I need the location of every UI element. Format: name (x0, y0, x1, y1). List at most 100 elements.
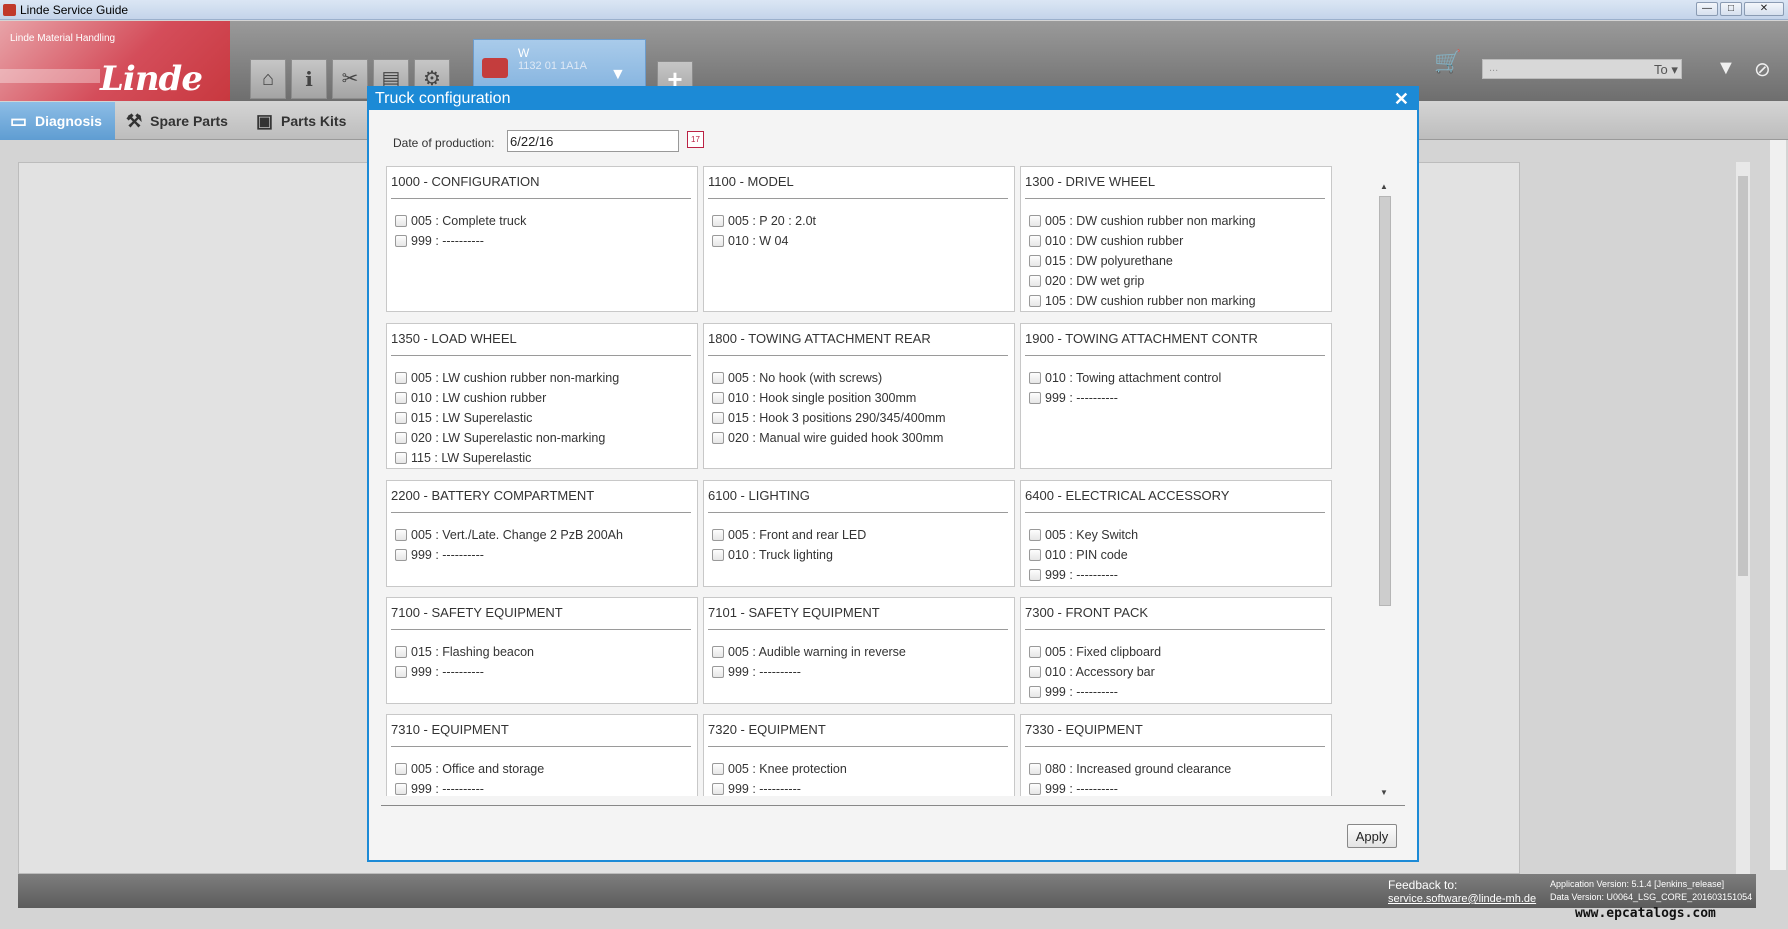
content-scrollbar[interactable] (1736, 162, 1750, 874)
option-checkbox[interactable] (712, 549, 724, 561)
calendar-icon[interactable]: 17 (687, 131, 704, 148)
option-item[interactable]: 999 : ---------- (712, 662, 906, 682)
option-item[interactable]: 999 : ---------- (1029, 779, 1231, 796)
option-checkbox[interactable] (395, 763, 407, 775)
option-checkbox[interactable] (1029, 569, 1041, 581)
option-item[interactable]: 999 : ---------- (1029, 565, 1138, 585)
filter-clear-icon[interactable]: ⊘ (1754, 57, 1771, 82)
home-icon[interactable]: ⌂ (250, 59, 286, 99)
option-checkbox[interactable] (712, 763, 724, 775)
option-item[interactable]: 005 : Front and rear LED (712, 525, 866, 545)
dialog-scrollbar[interactable]: ▲ ▼ (1377, 182, 1391, 800)
option-checkbox[interactable] (712, 392, 724, 404)
option-checkbox[interactable] (395, 372, 407, 384)
option-checkbox[interactable] (712, 372, 724, 384)
option-item[interactable]: 015 : LW Superelastic (395, 408, 619, 428)
option-checkbox[interactable] (712, 783, 724, 795)
option-item[interactable]: 010 : PIN code (1029, 545, 1138, 565)
apply-button[interactable]: Apply (1347, 824, 1397, 848)
option-item[interactable]: 010 : Hook single position 300mm (712, 388, 946, 408)
option-item[interactable]: 005 : Key Switch (1029, 525, 1138, 545)
nav-spare-parts[interactable]: ⚒ Spare Parts (116, 102, 238, 140)
option-checkbox[interactable] (1029, 255, 1041, 267)
nav-diagnosis[interactable]: ▭ Diagnosis (0, 102, 115, 140)
option-item[interactable]: 005 : Office and storage (395, 759, 544, 779)
minimize-button[interactable]: — (1696, 2, 1718, 16)
maximize-button[interactable]: □ (1720, 2, 1742, 16)
option-item[interactable]: 010 : LW cushion rubber (395, 388, 619, 408)
search-dropdown[interactable]: To ▾ (1654, 62, 1678, 78)
option-item[interactable]: 105 : DW cushion rubber non marking (1029, 291, 1256, 311)
option-checkbox[interactable] (1029, 372, 1041, 384)
option-checkbox[interactable] (1029, 295, 1041, 307)
option-checkbox[interactable] (712, 666, 724, 678)
option-item[interactable]: 010 : Towing attachment control (1029, 368, 1221, 388)
option-item[interactable]: 015 : Hook 3 positions 290/345/400mm (712, 408, 946, 428)
option-checkbox[interactable] (395, 783, 407, 795)
option-checkbox[interactable] (1029, 235, 1041, 247)
option-checkbox[interactable] (395, 529, 407, 541)
option-checkbox[interactable] (1029, 392, 1041, 404)
option-checkbox[interactable] (395, 215, 407, 227)
option-checkbox[interactable] (1029, 215, 1041, 227)
option-checkbox[interactable] (712, 215, 724, 227)
page-scrollbar[interactable] (1770, 140, 1786, 870)
option-checkbox[interactable] (712, 235, 724, 247)
scroll-down-icon[interactable]: ▼ (1380, 788, 1388, 797)
date-of-production-input[interactable]: 6/22/16 (507, 130, 679, 152)
option-checkbox[interactable] (1029, 686, 1041, 698)
option-item[interactable]: 005 : P 20 : 2.0t (712, 211, 816, 231)
option-checkbox[interactable] (1029, 549, 1041, 561)
option-checkbox[interactable] (712, 412, 724, 424)
option-item[interactable]: 005 : Knee protection (712, 759, 847, 779)
option-item[interactable]: 999 : ---------- (395, 545, 623, 565)
info-icon[interactable]: i (291, 59, 327, 99)
option-item[interactable]: 080 : Increased ground clearance (1029, 759, 1231, 779)
option-item[interactable]: 115 : LW Superelastic (395, 448, 619, 468)
option-checkbox[interactable] (395, 452, 407, 464)
option-item[interactable]: 010 : Accessory bar (1029, 662, 1161, 682)
option-checkbox[interactable] (395, 235, 407, 247)
tab-filter-icon[interactable]: ▼ (610, 66, 626, 84)
option-checkbox[interactable] (395, 432, 407, 444)
option-checkbox[interactable] (1029, 783, 1041, 795)
option-item[interactable]: 999 : ---------- (395, 662, 534, 682)
option-checkbox[interactable] (1029, 529, 1041, 541)
filter-icon[interactable]: ▼ (1716, 57, 1736, 80)
option-checkbox[interactable] (395, 646, 407, 658)
option-item[interactable]: 005 : Vert./Late. Change 2 PzB 200Ah (395, 525, 623, 545)
tools-icon[interactable]: ✂ (332, 59, 368, 99)
option-item[interactable]: 010 : W 04 (712, 231, 816, 251)
option-item[interactable]: 005 : Complete truck (395, 211, 526, 231)
scroll-up-icon[interactable]: ▲ (1380, 182, 1388, 191)
search-input[interactable]: ... (1482, 59, 1682, 79)
option-checkbox[interactable] (712, 529, 724, 541)
option-checkbox[interactable] (395, 392, 407, 404)
option-checkbox[interactable] (1029, 666, 1041, 678)
option-item[interactable]: 015 : DW polyurethane (1029, 251, 1256, 271)
option-item[interactable]: 020 : Manual wire guided hook 300mm (712, 428, 946, 448)
option-item[interactable]: 005 : LW cushion rubber non-marking (395, 368, 619, 388)
option-item[interactable]: 999 : ---------- (395, 779, 544, 796)
option-item[interactable]: 005 : Audible warning in reverse (712, 642, 906, 662)
dialog-scroll-thumb[interactable] (1379, 196, 1391, 606)
cart-icon[interactable]: 🛒 (1434, 49, 1461, 75)
option-checkbox[interactable] (1029, 275, 1041, 287)
close-icon[interactable]: ✕ (1394, 89, 1409, 109)
option-checkbox[interactable] (712, 432, 724, 444)
window-close-button[interactable]: ✕ (1744, 2, 1784, 16)
option-item[interactable]: 005 : Fixed clipboard (1029, 642, 1161, 662)
option-checkbox[interactable] (395, 412, 407, 424)
option-item[interactable]: 010 : DW cushion rubber (1029, 231, 1256, 251)
option-item[interactable]: 010 : Truck lighting (712, 545, 866, 565)
option-item[interactable]: 005 : No hook (with screws) (712, 368, 946, 388)
option-item[interactable]: 999 : ---------- (1029, 388, 1221, 408)
option-item[interactable]: 005 : DW cushion rubber non marking (1029, 211, 1256, 231)
option-item[interactable]: 015 : Flashing beacon (395, 642, 534, 662)
option-item[interactable]: 020 : DW wet grip (1029, 271, 1256, 291)
option-item[interactable]: 999 : ---------- (395, 231, 526, 251)
option-checkbox[interactable] (395, 549, 407, 561)
option-item[interactable]: 020 : LW Superelastic non-marking (395, 428, 619, 448)
feedback-email-link[interactable]: service.software@linde-mh.de (1388, 893, 1536, 905)
option-item[interactable]: 999 : ---------- (1029, 682, 1161, 702)
